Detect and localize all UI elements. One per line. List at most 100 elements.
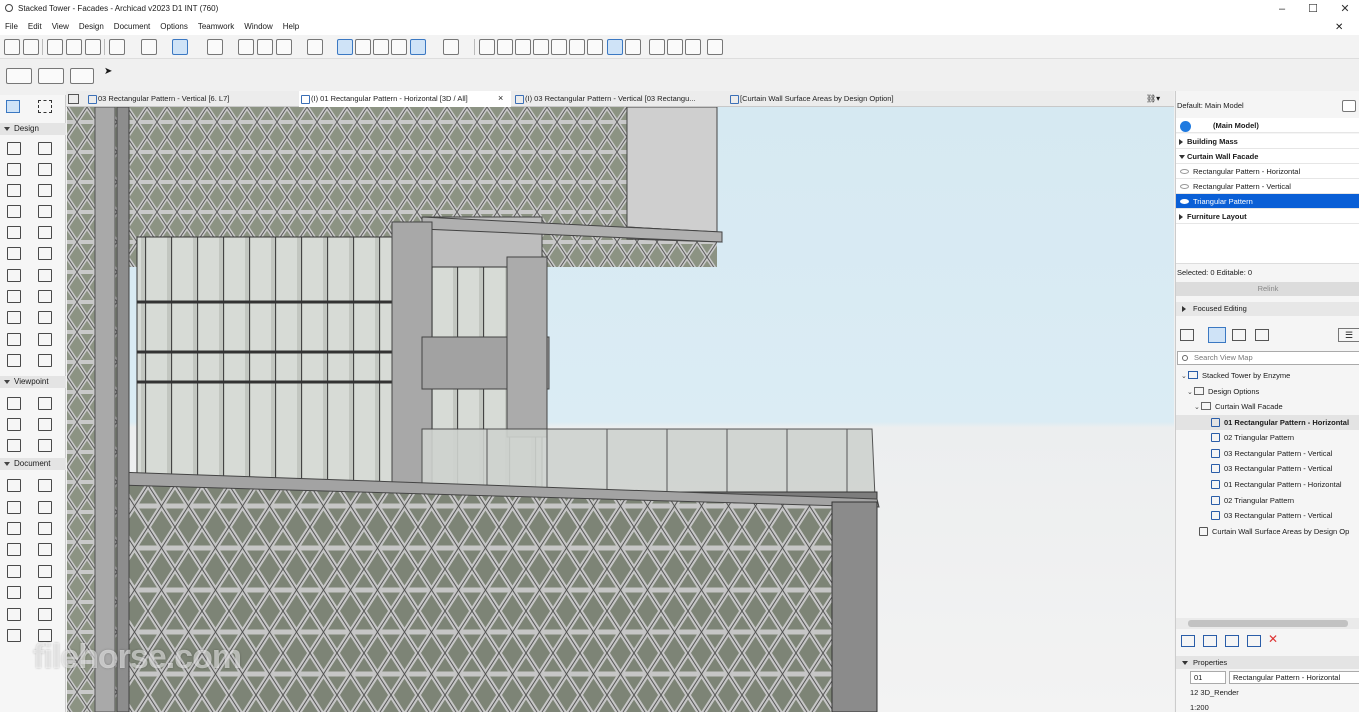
eyedropper-icon[interactable] bbox=[66, 39, 82, 55]
door-tool-icon[interactable] bbox=[38, 608, 52, 621]
tab-menu-icon[interactable]: ⛓▾ bbox=[1146, 94, 1166, 104]
split-icon[interactable] bbox=[569, 39, 585, 55]
scissors-icon[interactable] bbox=[479, 39, 495, 55]
flag-list-icon[interactable] bbox=[667, 39, 683, 55]
drawing-tool-icon[interactable] bbox=[7, 501, 21, 514]
railing-tool-icon[interactable] bbox=[38, 205, 52, 218]
menu-edit[interactable]: Edit bbox=[23, 19, 47, 35]
spline-tool-icon[interactable] bbox=[7, 479, 21, 492]
beam-tool-icon[interactable] bbox=[7, 163, 21, 176]
orbit-icon[interactable] bbox=[70, 68, 94, 84]
eye-icon[interactable] bbox=[1180, 199, 1189, 204]
option-rect-vertical[interactable]: Rectangular Pattern - Vertical bbox=[1176, 179, 1359, 194]
slab-tool-icon[interactable] bbox=[38, 543, 52, 556]
tab-3d-view[interactable]: (I) 01 Rectangular Pattern - Horizontal … bbox=[299, 91, 511, 107]
nav-folder-design-options[interactable]: ⌄ Design Options bbox=[1187, 384, 1259, 399]
fillet-icon[interactable] bbox=[587, 39, 603, 55]
render-icon[interactable] bbox=[443, 39, 459, 55]
nav-view-item[interactable]: 03 Rectangular Pattern - Vertical bbox=[1211, 446, 1332, 461]
menu-close-icon[interactable]: ✕ bbox=[1335, 22, 1343, 33]
properties-header[interactable]: Properties bbox=[1176, 656, 1359, 669]
layer-icon[interactable] bbox=[607, 39, 623, 55]
door-tool-icon[interactable] bbox=[38, 226, 52, 239]
layout-book-icon[interactable] bbox=[1232, 329, 1246, 341]
3d-view-icon[interactable] bbox=[410, 39, 426, 55]
nav-view-item[interactable]: 01 Rectangular Pattern - Horizontal bbox=[1211, 477, 1342, 492]
roof-tool-icon[interactable] bbox=[7, 184, 21, 197]
syringe-icon[interactable] bbox=[85, 39, 101, 55]
tab-schedule[interactable]: [Curtain Wall Surface Areas by Design Op… bbox=[728, 91, 948, 107]
offset-icon[interactable] bbox=[551, 39, 567, 55]
undo-icon[interactable] bbox=[4, 39, 20, 55]
section-viewpoint[interactable]: Viewpoint bbox=[0, 376, 66, 388]
menu-design[interactable]: Design bbox=[74, 19, 109, 35]
curtain-wall-tool-icon[interactable] bbox=[7, 608, 21, 621]
clone-icon[interactable] bbox=[1225, 635, 1239, 647]
roof-tool-icon[interactable] bbox=[7, 565, 21, 578]
combination-icon[interactable] bbox=[625, 39, 641, 55]
fill-tool-icon[interactable] bbox=[7, 418, 21, 431]
navigator-menu-icon[interactable]: ☰ bbox=[1338, 328, 1359, 342]
3d-viewport[interactable] bbox=[67, 107, 1174, 712]
elevation-tool-icon[interactable] bbox=[38, 333, 52, 346]
main-model-row[interactable]: (Main Model) bbox=[1176, 118, 1359, 133]
delete-icon[interactable]: ✕ bbox=[1268, 632, 1278, 646]
circle-tool-icon[interactable] bbox=[7, 439, 21, 452]
trace-icon[interactable] bbox=[355, 39, 371, 55]
teamwork-icon[interactable] bbox=[685, 39, 701, 55]
beam-tool-icon[interactable] bbox=[7, 543, 21, 556]
railing-tool-icon[interactable] bbox=[38, 586, 52, 599]
cam-tool-icon[interactable] bbox=[38, 311, 52, 324]
arrow-pointer-icon[interactable]: ➤ bbox=[104, 66, 120, 82]
window-tool-icon[interactable] bbox=[7, 247, 21, 260]
close-button[interactable]: ✕ bbox=[1331, 2, 1359, 16]
menu-options[interactable]: Options bbox=[155, 19, 193, 35]
eye-icon[interactable] bbox=[1180, 169, 1189, 174]
wall-tool-icon[interactable] bbox=[7, 522, 21, 535]
nav-root[interactable]: ⌄ Stacked Tower by Enzyme bbox=[1181, 368, 1290, 383]
magic-wand-icon[interactable] bbox=[238, 39, 254, 55]
figure-tool-icon[interactable] bbox=[38, 501, 52, 514]
lamp-tool-icon[interactable] bbox=[7, 311, 21, 324]
nav-view-item[interactable]: 02 Triangular Pattern bbox=[1211, 430, 1294, 445]
menu-view[interactable]: View bbox=[47, 19, 74, 35]
publisher-icon[interactable] bbox=[1255, 329, 1269, 341]
marquee-tool-icon[interactable] bbox=[38, 100, 52, 113]
level-tool-icon[interactable] bbox=[38, 354, 52, 367]
grid-icon[interactable] bbox=[207, 39, 223, 55]
zoom-icon[interactable] bbox=[497, 39, 513, 55]
nav-folder-curtain-wall[interactable]: ⌄ Curtain Wall Facade bbox=[1194, 399, 1283, 414]
focused-editing-toggle[interactable]: Focused Editing bbox=[1176, 302, 1359, 316]
skylight-tool-icon[interactable] bbox=[38, 247, 52, 260]
marquee-icon[interactable] bbox=[391, 39, 407, 55]
floor-plan-icon[interactable] bbox=[172, 39, 188, 55]
polyline-tool-icon[interactable] bbox=[38, 439, 52, 452]
tab-floorplan[interactable]: 03 Rectangular Pattern - Vertical [6. L7… bbox=[86, 91, 296, 107]
trim-icon[interactable] bbox=[515, 39, 531, 55]
column-tool-icon[interactable] bbox=[38, 522, 52, 535]
morph-tool-icon[interactable] bbox=[7, 290, 21, 303]
tab-elevation[interactable]: (I) 03 Rectangular Pattern - Vertical [0… bbox=[513, 91, 725, 107]
section-tool-icon[interactable] bbox=[7, 333, 21, 346]
cross-icon[interactable] bbox=[373, 39, 389, 55]
horizontal-scrollbar[interactable] bbox=[1176, 618, 1359, 629]
stair-tool-icon[interactable] bbox=[7, 586, 21, 599]
relink-button[interactable]: Relink bbox=[1176, 282, 1359, 296]
design-options-manager-icon[interactable] bbox=[1342, 100, 1356, 112]
pen-icon[interactable] bbox=[257, 39, 273, 55]
tab-close-icon[interactable]: × bbox=[498, 93, 503, 103]
model-view-icon[interactable] bbox=[38, 68, 64, 84]
search-input[interactable]: Search View Map bbox=[1177, 351, 1359, 365]
new-folder-icon[interactable] bbox=[1203, 635, 1217, 647]
nav-schedule-item[interactable]: Curtain Wall Surface Areas by Design Op bbox=[1199, 524, 1359, 539]
nav-view-item[interactable]: 02 Triangular Pattern bbox=[1211, 493, 1294, 508]
nav-view-item[interactable]: 03 Rectangular Pattern - Vertical bbox=[1211, 508, 1332, 523]
view-id-field[interactable]: 01 bbox=[1190, 671, 1226, 684]
window-tool-icon[interactable] bbox=[7, 629, 21, 642]
object-tool-icon[interactable] bbox=[38, 290, 52, 303]
curtain-wall-tool-icon[interactable] bbox=[7, 226, 21, 239]
scrollbar-thumb[interactable] bbox=[1188, 620, 1348, 627]
new-view-icon[interactable] bbox=[1181, 635, 1195, 647]
slab-tool-icon[interactable] bbox=[38, 163, 52, 176]
scale-value[interactable]: 1:200 bbox=[1190, 703, 1209, 712]
